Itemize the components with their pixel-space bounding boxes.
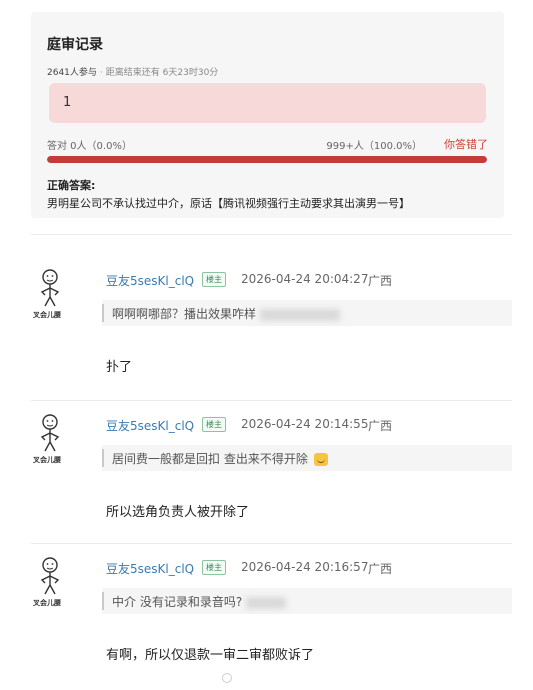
op-badge: 楼主 [202,560,226,575]
blurred-text [260,308,341,321]
result-progress-bar [47,156,487,163]
location: 广西 [368,562,393,576]
correct-answer-text: 男明星公司不承认找过中介，原话【腾讯视频强行主动要求其出演男一号】 [47,197,410,210]
result-badge: 你答错了 [444,138,488,151]
wrong-stat: 999+人（100.0%） [326,141,422,152]
quoted-comment[interactable]: 中介 没有记录和录音吗? [102,588,512,614]
avatar-caption: 叉会儿腰 [33,311,61,319]
quoted-text: 居间费一般都是回扣 查出来不得开除 [112,452,308,466]
comment-item: 叉会儿腰 豆友5sesKl_clQ 楼主 2026-04-24 20:04:27… [0,268,533,408]
stick-figure-icon [40,557,60,595]
quiz-title: 庭审记录 [47,37,103,53]
username-link[interactable]: 豆友5sesKl_clQ [106,417,194,434]
location: 广西 [368,274,393,288]
quoted-text: 啊啊啊哪部？播出效果咋样 [112,307,257,321]
stick-figure-icon [40,414,60,452]
reply-text: 扑了 [106,360,133,375]
selected-answer-box[interactable]: 1 [49,83,486,123]
participant-count: 2641人参与 [47,68,97,78]
timestamp: 2026-04-24 20:16:57 [241,560,369,574]
avatar-caption: 叉会儿腰 [33,456,61,464]
time-left-label: 距离结束还有 [105,68,160,78]
timestamp: 2026-04-24 20:14:55 [241,417,369,431]
timestamp: 2026-04-24 20:04:27 [241,272,369,286]
username-link[interactable]: 豆友5sesKl_clQ [106,560,194,577]
time-left-value: 6天23时30分 [162,68,219,78]
divider [31,234,512,235]
comment-item: 叉会儿腰 豆友5sesKl_clQ 楼主 2026-04-24 20:16:57… [0,556,533,690]
quoted-comment[interactable]: 居间费一般都是回扣 查出来不得开除 [102,445,512,471]
result-progress-fill [47,156,487,163]
correct-answer-label: 正确答案: [47,179,96,192]
watermark [222,672,235,685]
username-link[interactable]: 豆友5sesKl_clQ [106,272,194,289]
quiz-card: 庭审记录 2641人参与 · 距离结束还有 6天23时30分 1 答对 0人（0.0… [31,12,504,218]
divider [31,543,512,544]
quiz-meta: 2641人参与 · 距离结束还有 6天23时30分 [47,68,219,78]
selected-answer-text: 1 [63,95,72,110]
emoji-icon [313,453,328,466]
weibo-icon [222,673,232,683]
blurred-text [246,596,287,609]
comment-item: 叉会儿腰 豆友5sesKl_clQ 楼主 2026-04-24 20:14:55… [0,413,533,553]
reply-text: 所以选角负责人被开除了 [106,505,250,520]
avatar-caption: 叉会儿腰 [33,599,61,607]
stick-figure-icon [40,269,60,307]
divider [31,400,512,401]
quoted-comment[interactable]: 啊啊啊哪部？播出效果咋样 [102,300,512,326]
op-badge: 楼主 [202,417,226,432]
quoted-text: 中介 没有记录和录音吗? [112,595,243,609]
correct-stat: 答对 0人（0.0%） [47,141,132,152]
reply-text: 有啊，所以仅退款一审二审都败诉了 [106,648,315,663]
location: 广西 [368,419,393,433]
op-badge: 楼主 [202,272,226,287]
